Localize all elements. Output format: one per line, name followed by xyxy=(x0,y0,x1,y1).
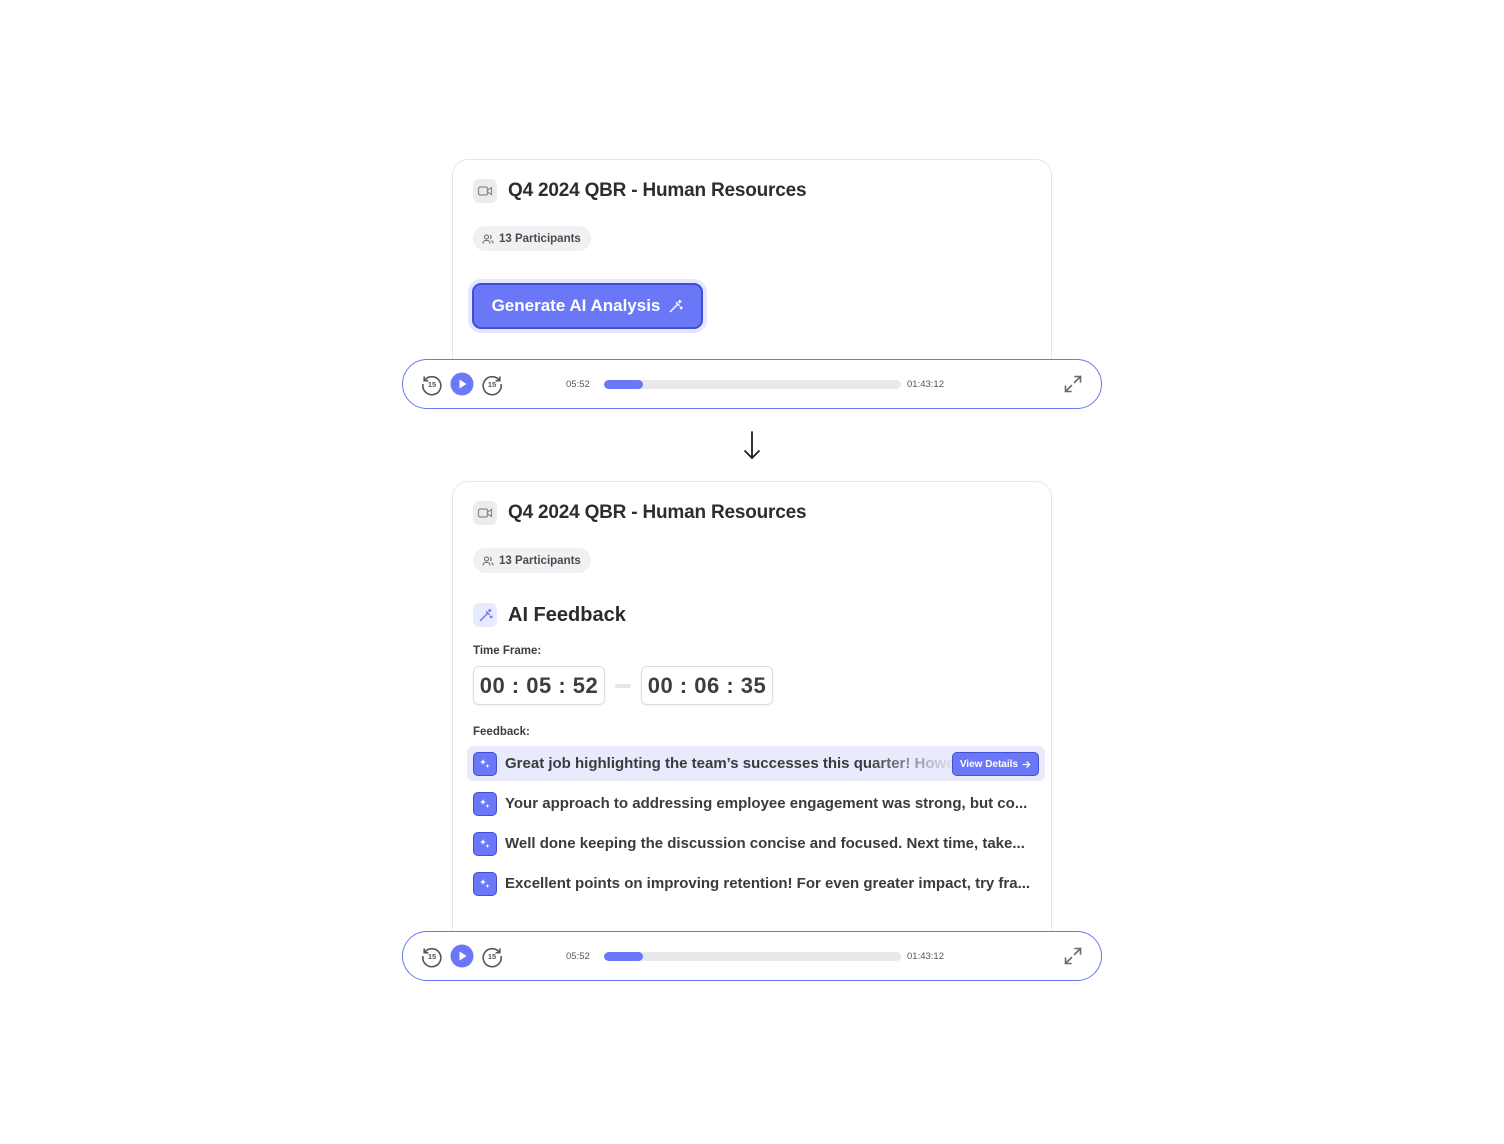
forward-seconds-label: 15 xyxy=(488,380,496,389)
progress-fill xyxy=(604,952,643,961)
feedback-item[interactable]: Your approach to addressing employee eng… xyxy=(473,786,1031,821)
media-player: 15 15 05:52 01:43:12 xyxy=(402,359,1102,409)
meeting-header: Q4 2024 QBR - Human Resources xyxy=(473,178,1031,204)
video-camera-icon xyxy=(473,179,497,203)
ai-feedback-header: AI Feedback xyxy=(473,603,1031,627)
feedback-text: Well done keeping the discussion concise… xyxy=(505,835,1025,852)
feedback-list: Great job highlighting the team’s succes… xyxy=(467,746,1045,901)
meeting-header: Q4 2024 QBR - Human Resources xyxy=(473,500,1031,526)
rewind-seconds-label: 15 xyxy=(428,380,436,389)
sparkle-icon xyxy=(473,831,497,856)
total-time: 01:43:12 xyxy=(907,951,944,962)
forward-15-icon[interactable]: 15 xyxy=(480,944,504,968)
arrow-right-icon xyxy=(1022,760,1031,768)
feedback-item[interactable]: Excellent points on improving retention!… xyxy=(473,866,1031,901)
sparkle-icon xyxy=(473,871,497,896)
time-separator: : xyxy=(719,672,741,698)
feedback-item[interactable]: Well done keeping the discussion concise… xyxy=(473,826,1031,861)
view-details-button[interactable]: View Details xyxy=(951,752,1039,776)
feedback-item[interactable]: Great job highlighting the team’s succes… xyxy=(467,746,1045,781)
time-separator: : xyxy=(673,672,695,698)
progress-bar[interactable] xyxy=(604,380,901,389)
progress-fill xyxy=(604,380,643,389)
feedback-text: Excellent points on improving retention!… xyxy=(505,875,1031,892)
video-camera-icon xyxy=(473,501,497,525)
feedback-text: Your approach to addressing employee eng… xyxy=(505,795,1028,812)
start-minutes: 05 xyxy=(526,672,552,698)
users-icon xyxy=(482,233,494,244)
sparkle-icon xyxy=(473,791,497,816)
rewind-15-icon[interactable]: 15 xyxy=(420,372,444,396)
time-separator: : xyxy=(505,672,527,698)
play-button-icon[interactable] xyxy=(450,944,474,968)
participants-count: 13 Participants xyxy=(499,554,581,567)
meeting-card-with-feedback: Q4 2024 QBR - Human Resources 13 Partici… xyxy=(452,481,1052,953)
generate-button-label: Generate AI Analysis xyxy=(491,296,661,315)
start-time-box[interactable]: 00 : 05 : 52 xyxy=(473,666,605,705)
forward-15-icon[interactable]: 15 xyxy=(480,372,504,396)
meeting-card-initial: Q4 2024 QBR - Human Resources 13 Partici… xyxy=(452,159,1052,381)
end-seconds: 35 xyxy=(740,672,767,698)
users-icon xyxy=(482,555,494,566)
feedback-label: Feedback: xyxy=(473,726,530,738)
forward-seconds-label: 15 xyxy=(488,952,496,961)
current-time: 05:52 xyxy=(566,379,590,390)
start-hours: 00 xyxy=(479,672,506,698)
range-dash xyxy=(615,683,631,688)
participants-count: 13 Participants xyxy=(499,232,581,245)
current-time: 05:52 xyxy=(566,951,590,962)
participants-badge[interactable]: 13 Participants xyxy=(473,226,591,251)
fullscreen-icon[interactable] xyxy=(1063,374,1083,394)
media-player: 15 15 05:52 01:43:12 xyxy=(402,931,1102,981)
sparkle-icon xyxy=(473,751,497,776)
play-button-icon[interactable] xyxy=(450,372,474,396)
start-seconds: 52 xyxy=(572,672,599,698)
view-details-label: View Details xyxy=(959,758,1018,770)
time-frame: 00 : 05 : 52 00 : 06 : 35 xyxy=(473,666,1031,705)
meeting-title: Q4 2024 QBR - Human Resources xyxy=(508,180,807,201)
rewind-seconds-label: 15 xyxy=(428,952,436,961)
time-separator: : xyxy=(551,672,573,698)
end-hours: 00 xyxy=(647,672,674,698)
time-frame-label: Time Frame: xyxy=(473,645,542,657)
generate-ai-analysis-button[interactable]: Generate AI Analysis xyxy=(472,283,703,329)
ai-feedback-title: AI Feedback xyxy=(508,603,626,626)
feedback-text: Great job highlighting the team’s succes… xyxy=(505,755,957,772)
progress-bar[interactable] xyxy=(604,952,901,961)
arrow-down-icon xyxy=(744,431,760,460)
end-time-box[interactable]: 00 : 06 : 35 xyxy=(641,666,773,705)
end-minutes: 06 xyxy=(694,672,720,698)
rewind-15-icon[interactable]: 15 xyxy=(420,944,444,968)
meeting-title: Q4 2024 QBR - Human Resources xyxy=(508,502,807,523)
participants-badge[interactable]: 13 Participants xyxy=(473,548,591,573)
fullscreen-icon[interactable] xyxy=(1063,946,1083,966)
magic-wand-icon xyxy=(670,299,684,312)
magic-wand-icon xyxy=(473,603,497,627)
total-time: 01:43:12 xyxy=(907,379,944,390)
